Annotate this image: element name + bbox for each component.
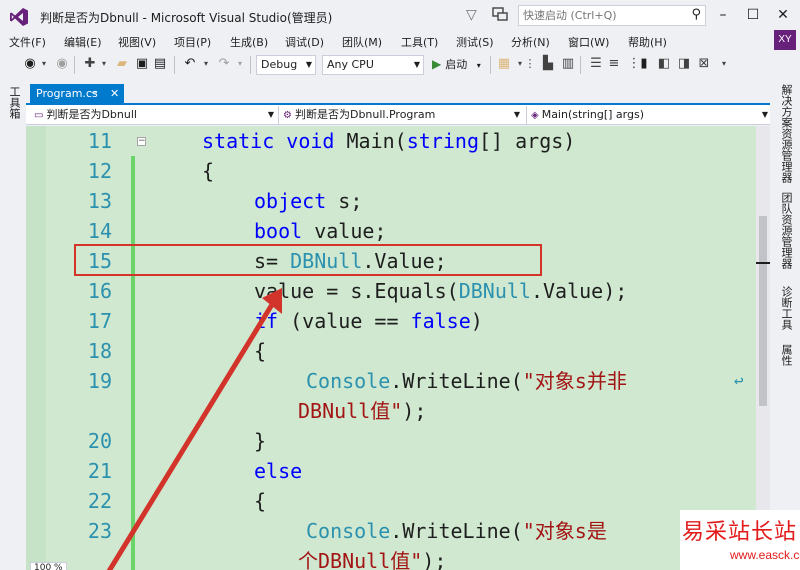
chevron-down-icon: ▼ xyxy=(305,60,312,69)
menu-window[interactable]: 窗口(W) xyxy=(568,34,609,50)
standard-toolbar: ◉ ▾ ◉ ✚ ▾ ▰ ▣ ▤ ↶ ▾ ↷ ▾ Debug ▼ Any CPU … xyxy=(0,52,800,78)
dropdown-arrow-icon[interactable]: ▾ xyxy=(232,56,248,72)
menu-bar: 文件(F) 编辑(E) 视图(V) 项目(P) 生成(B) 调试(D) 团队(M… xyxy=(0,32,800,52)
right-tool-strip: 解决方案资源管理器 团队资源管理器 诊断工具 属性 xyxy=(770,80,800,570)
navigation-bar: ▭ 判断是否为Dbnull ▼ ⚙ 判断是否为Dbnull.Program ▼ ◈ M… xyxy=(26,105,770,125)
previous-bookmark-icon[interactable]: ◧ xyxy=(656,56,672,72)
member-dropdown[interactable]: ◈ Main(string[] args) ▼ xyxy=(526,106,770,124)
project-name: 判断是否为Dbnull xyxy=(46,108,137,121)
close-button[interactable]: ✕ xyxy=(772,4,794,26)
solution-platform-select[interactable]: Any CPU ▼ xyxy=(322,55,424,75)
solution-explorer-tab[interactable]: 解决方案资源管理器 xyxy=(778,84,794,183)
team-explorer-tab[interactable]: 团队资源管理器 xyxy=(778,192,794,269)
menu-team[interactable]: 团队(M) xyxy=(342,34,382,50)
feedback-icon[interactable] xyxy=(492,6,508,22)
bookmark-icon[interactable]: ▮ xyxy=(636,56,652,72)
toolbar-separator xyxy=(250,56,251,74)
menu-edit[interactable]: 编辑(E) xyxy=(64,34,102,50)
navigate-forward-icon[interactable]: ◉ xyxy=(54,56,70,72)
configuration-value: Debug xyxy=(261,58,298,71)
solution-configuration-select[interactable]: Debug ▼ xyxy=(256,55,316,75)
filter-icon[interactable]: ▽ xyxy=(466,7,477,23)
uncomment-icon[interactable]: ≡ xyxy=(606,56,622,72)
project-dropdown[interactable]: ▭ 判断是否为Dbnull ▼ xyxy=(30,106,276,124)
zoom-level[interactable]: 100 % xyxy=(30,562,67,570)
properties-tab[interactable]: 属性 xyxy=(778,344,794,366)
visual-studio-logo-icon xyxy=(10,8,28,26)
menu-project[interactable]: 项目(P) xyxy=(174,34,211,50)
toolbar-separator xyxy=(490,56,491,74)
left-tool-strip: 工具箱 xyxy=(0,80,26,570)
annotation-arrow-icon xyxy=(106,288,282,570)
start-debugging-button[interactable]: ▶ 启动 ▾ xyxy=(432,56,481,72)
toolbar-separator xyxy=(174,56,175,74)
avatar[interactable]: XY xyxy=(774,30,796,50)
type-dropdown[interactable]: ⚙ 判断是否为Dbnull.Program ▼ xyxy=(278,106,522,124)
chevron-down-icon: ▾ xyxy=(476,61,481,70)
chevron-down-icon: ▼ xyxy=(761,110,768,119)
type-name: 判断是否为Dbnull.Program xyxy=(294,108,436,121)
play-icon: ▶ xyxy=(432,57,442,71)
watermark: 易采站长站 www.easck.com xyxy=(680,510,800,570)
save-all-icon[interactable]: ▤ xyxy=(152,56,168,72)
csharp-project-icon: ▭ xyxy=(34,110,44,121)
chevron-down-icon: ▼ xyxy=(267,110,274,119)
comment-out-icon[interactable]: ☰ xyxy=(588,56,604,72)
menu-build[interactable]: 生成(B) xyxy=(230,34,268,50)
scrollbar-thumb[interactable] xyxy=(759,216,767,406)
dropdown-arrow-icon[interactable]: ▾ xyxy=(198,56,214,72)
diagnostic-tools-tab[interactable]: 诊断工具 xyxy=(778,286,794,330)
menu-analyze[interactable]: 分析(N) xyxy=(511,34,550,50)
undo-icon[interactable]: ↶ xyxy=(182,56,198,72)
minimize-button[interactable]: – xyxy=(712,4,734,26)
clear-bookmarks-icon[interactable]: ⊠ xyxy=(696,56,712,72)
toolbar-separator xyxy=(74,56,75,74)
chevron-down-icon: ▼ xyxy=(513,110,520,119)
vertical-scrollbar[interactable] xyxy=(756,126,770,570)
menu-help[interactable]: 帮助(H) xyxy=(628,34,667,50)
tab-label: Program.cs xyxy=(36,87,98,100)
member-name: Main(string[] args) xyxy=(541,108,644,121)
platform-value: Any CPU xyxy=(327,58,374,71)
menu-tools[interactable]: 工具(T) xyxy=(401,34,438,50)
save-icon[interactable]: ▣ xyxy=(134,56,150,72)
chevron-down-icon: ▼ xyxy=(413,60,420,69)
start-label: 启动 xyxy=(445,58,468,71)
menu-debug[interactable]: 调试(D) xyxy=(285,34,324,50)
toolbox-tab[interactable]: 工具箱 xyxy=(6,86,22,119)
method-icon: ◈ xyxy=(531,110,539,121)
class-icon: ⚙ xyxy=(283,110,292,121)
code-editor[interactable]: − 11 static void Main(string[] args) 12{13… xyxy=(26,126,756,570)
quick-launch-input[interactable] xyxy=(523,8,683,23)
properties-icon[interactable]: ▥ xyxy=(560,56,576,72)
toolbar-overflow-icon[interactable]: ⋮ xyxy=(522,56,538,72)
browser-link-icon[interactable]: ▦ xyxy=(496,56,512,72)
watermark-url: www.easck.com xyxy=(730,548,800,562)
search-icon[interactable]: ⚲ xyxy=(691,7,701,22)
close-icon[interactable]: ✕ xyxy=(110,84,119,103)
redo-icon[interactable]: ↷ xyxy=(216,56,232,72)
document-tab-well: Program.cs ⊸ ✕ xyxy=(26,84,770,105)
next-bookmark-icon[interactable]: ◨ xyxy=(676,56,692,72)
dropdown-arrow-icon[interactable]: ▾ xyxy=(36,56,52,72)
quick-launch[interactable]: ⚲ xyxy=(518,5,706,26)
menu-file[interactable]: 文件(F) xyxy=(9,34,46,50)
solution-explorer-icon[interactable]: ▙ xyxy=(540,56,556,72)
toolbar-separator xyxy=(580,56,581,74)
title-bar: 判断是否为Dbnull - Microsoft Visual Studio(管理… xyxy=(0,0,800,32)
caret-position-marker xyxy=(756,262,770,264)
maximize-button[interactable]: ☐ xyxy=(742,4,764,26)
watermark-text: 易采站长站 xyxy=(682,520,798,545)
menu-view[interactable]: 视图(V) xyxy=(118,34,156,50)
pin-icon[interactable]: ⊸ xyxy=(90,84,98,103)
open-folder-icon[interactable]: ▰ xyxy=(114,56,130,72)
tab-program-cs[interactable]: Program.cs ⊸ ✕ xyxy=(30,84,124,103)
menu-test[interactable]: 测试(S) xyxy=(456,34,494,50)
toolbar-options-icon[interactable]: ▾ xyxy=(716,56,732,72)
dropdown-arrow-icon[interactable]: ▾ xyxy=(96,56,112,72)
window-title: 判断是否为Dbnull - Microsoft Visual Studio(管理… xyxy=(40,11,333,25)
